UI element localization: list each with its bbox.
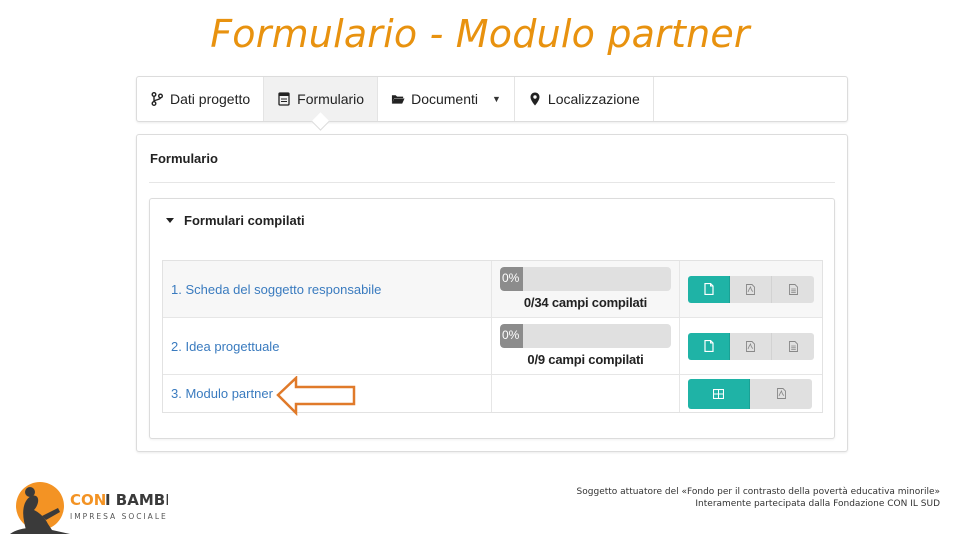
map-pin-icon <box>528 92 542 106</box>
highlight-arrow <box>276 376 356 416</box>
progress-bar: 0% <box>500 324 671 348</box>
table-row: 3. Modulo partner <box>163 375 822 412</box>
table-icon <box>713 388 724 399</box>
footer-line: Soggetto attuatore del «Fondo per il con… <box>576 487 940 497</box>
progress-cell: 0% 0/34 campi compilati <box>492 261 680 317</box>
button-group <box>688 378 812 409</box>
open-table-button[interactable] <box>688 378 750 409</box>
table-row: 1. Scheda del soggetto responsabile 0% 0… <box>163 261 822 318</box>
svg-text:I BAMBINI: I BAMBINI <box>105 491 168 509</box>
formulario-panel: Formulario Formulari compilati 1. Scheda… <box>136 134 848 452</box>
form-icon <box>277 92 291 106</box>
svg-text:CON: CON <box>70 491 106 509</box>
tab-label: Formulario <box>297 91 365 107</box>
caret-down-icon <box>166 218 174 223</box>
doc-file-icon <box>788 283 798 295</box>
pdf-button[interactable] <box>730 275 772 303</box>
form-link[interactable]: 2. Idea progettuale <box>171 339 279 354</box>
file-icon <box>703 340 714 352</box>
fields-count: 0/34 campi compilati <box>523 295 648 310</box>
progress-percent: 0% <box>502 271 520 285</box>
chevron-down-icon[interactable]: ▼ <box>492 94 501 104</box>
pdf-file-icon <box>776 388 786 399</box>
folder-icon <box>391 92 405 106</box>
pdf-file-icon <box>746 283 755 295</box>
tab-label: Dati progetto <box>170 91 251 107</box>
doc-button[interactable] <box>772 332 814 360</box>
logo-mark: CON I BAMBINI IMPRESA SOCIALE <box>10 482 189 534</box>
pdf-button[interactable] <box>730 332 772 360</box>
panel-title: Formulario <box>150 151 218 166</box>
divider <box>149 182 835 183</box>
tab-documenti[interactable]: Documenti ▼ <box>378 77 515 121</box>
progress-cell: 0% 0/9 campi compilati <box>492 318 680 374</box>
pdf-file-icon <box>746 340 755 352</box>
edit-form-button[interactable] <box>688 275 730 303</box>
tab-formulario[interactable]: Formulario <box>264 77 379 121</box>
fork-icon <box>150 92 164 106</box>
tab-dati-progetto[interactable]: Dati progetto <box>137 77 265 121</box>
con-i-bambini-logo: CON I BAMBINI IMPRESA SOCIALE <box>8 478 189 536</box>
svg-text:IMPRESA SOCIALE: IMPRESA SOCIALE <box>70 512 168 521</box>
progress-cell <box>492 375 680 412</box>
tab-label: Localizzazione <box>547 91 640 107</box>
tab-bar: Dati progetto Formulario Documenti ▼ Loc… <box>136 76 848 122</box>
actions-cell <box>680 318 822 374</box>
forms-table: 1. Scheda del soggetto responsabile 0% 0… <box>162 260 823 413</box>
edit-form-button[interactable] <box>688 332 730 360</box>
actions-cell <box>680 375 822 412</box>
footer-note: Soggetto attuatore del «Fondo per il con… <box>577 486 940 510</box>
footer-line: Interamente partecipata dalla Fondazione… <box>695 499 940 509</box>
doc-file-icon <box>788 340 798 352</box>
formulari-compilati-section: Formulari compilati 1. Scheda del sogget… <box>149 198 835 439</box>
pdf-button[interactable] <box>750 378 812 409</box>
fields-count: 0/9 campi compilati <box>527 352 644 367</box>
button-group <box>688 332 814 360</box>
progress-bar: 0% <box>500 267 671 291</box>
section-toggle[interactable]: Formulari compilati <box>166 213 305 228</box>
form-link[interactable]: 1. Scheda del soggetto responsabile <box>171 282 381 297</box>
section-title: Formulari compilati <box>184 213 305 228</box>
form-name-cell: 2. Idea progettuale <box>163 318 492 374</box>
doc-button[interactable] <box>772 275 814 303</box>
slide-title: Formulario - Modulo partner <box>210 12 750 56</box>
form-link[interactable]: 3. Modulo partner <box>171 386 273 401</box>
actions-cell <box>680 261 822 317</box>
table-row: 2. Idea progettuale 0% 0/9 campi compila… <box>163 318 822 375</box>
tab-localizzazione[interactable]: Localizzazione <box>515 77 654 121</box>
progress-percent: 0% <box>502 328 520 342</box>
form-name-cell: 1. Scheda del soggetto responsabile <box>163 261 492 317</box>
tab-label: Documenti <box>411 91 478 107</box>
button-group <box>688 275 814 303</box>
file-icon <box>703 283 714 295</box>
